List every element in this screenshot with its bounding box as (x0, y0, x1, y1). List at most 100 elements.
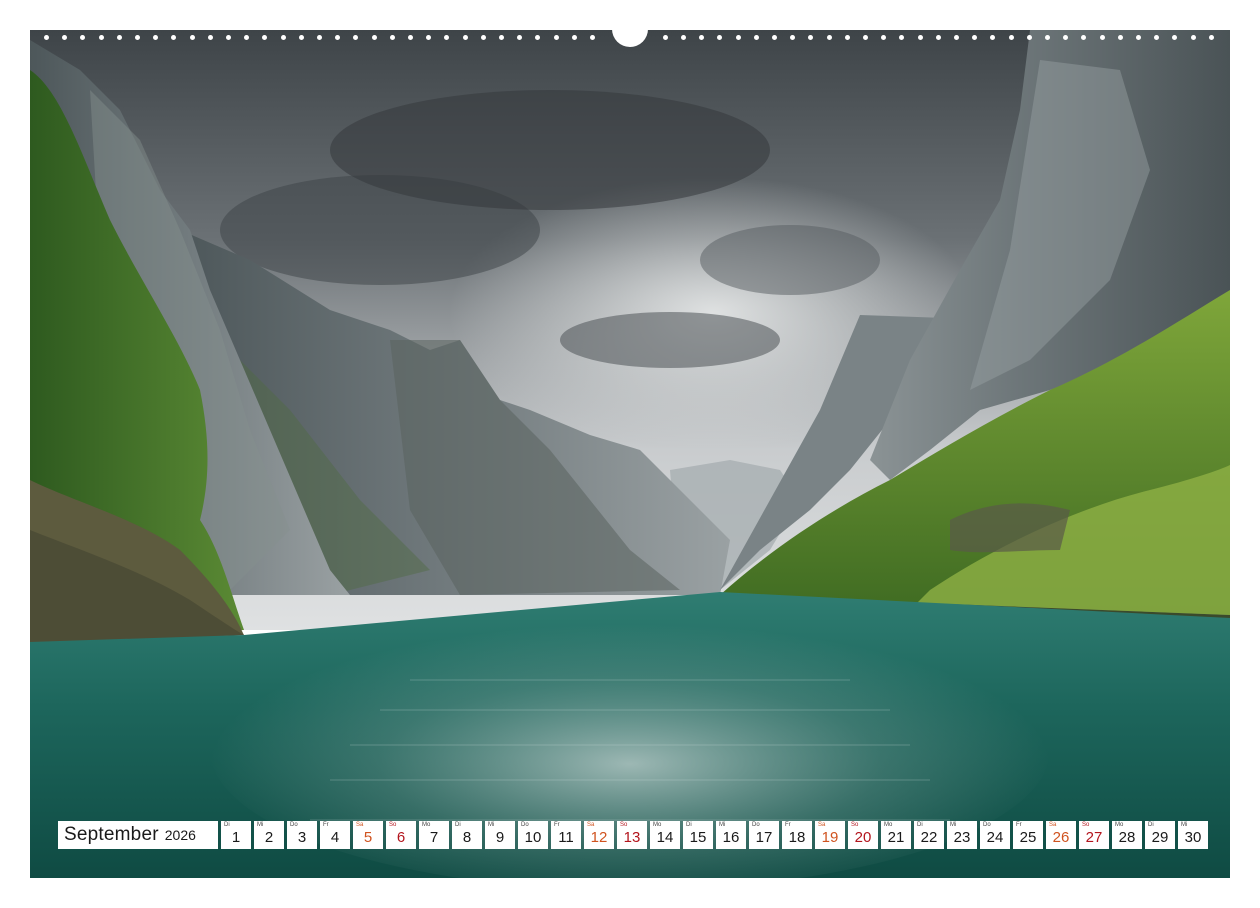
day-cell: Di 8 (452, 821, 482, 849)
day-number: 18 (788, 829, 806, 846)
day-abbr: Do (983, 822, 991, 828)
day-cell: Di 15 (683, 821, 713, 849)
day-cell: Fr 4 (320, 821, 350, 849)
day-number: 28 (1118, 829, 1136, 846)
day-number: 29 (1151, 829, 1169, 846)
day-number: 26 (1052, 829, 1070, 846)
binding-hole (917, 35, 923, 40)
binding-hole (1208, 35, 1214, 40)
binding-hole (517, 35, 523, 40)
day-abbr: Sa (356, 822, 364, 828)
day-number: 14 (656, 829, 674, 846)
binding-hole (44, 35, 49, 40)
binding-hole (681, 35, 686, 40)
day-abbr: Sa (818, 822, 826, 828)
binding-hole (899, 35, 905, 40)
binding-hole (244, 35, 250, 40)
binding-hole (972, 35, 978, 40)
day-number: 13 (623, 829, 641, 846)
day-number: 24 (986, 829, 1004, 846)
day-number: 30 (1184, 829, 1202, 846)
day-cell: Do 17 (749, 821, 779, 849)
day-abbr: Sa (1049, 822, 1057, 828)
day-abbr: Fr (323, 822, 329, 828)
day-abbr: Mi (950, 822, 957, 828)
day-abbr: Di (455, 822, 461, 828)
day-abbr: Mo (653, 822, 662, 828)
binding-hole (1117, 35, 1123, 40)
day-cell: Di 29 (1145, 821, 1175, 849)
binding-hole (171, 35, 177, 40)
day-cells: Di 1 Mi 2 Do 3 Fr 4 Sa 5 So 6 Mo 7 Di 8 Mi 9 Do 10 Fr 11 Sa 12 S… (221, 821, 1208, 849)
day-cell: Do 3 (287, 821, 317, 849)
day-cell: Mi 30 (1178, 821, 1208, 849)
day-abbr: Mi (1181, 822, 1188, 828)
day-cell: Mo 7 (419, 821, 449, 849)
day-abbr: So (1082, 822, 1090, 828)
day-number: 8 (462, 829, 472, 846)
binding-hole (790, 35, 796, 40)
month-name: September (64, 824, 159, 845)
day-abbr: Fr (1016, 822, 1022, 828)
day-number: 7 (429, 829, 439, 846)
day-number: 27 (1085, 829, 1103, 846)
binding-hole (353, 35, 359, 40)
day-cell: Fr 25 (1013, 821, 1043, 849)
binding-hole (98, 35, 104, 40)
day-abbr: Di (686, 822, 692, 828)
day-abbr: Do (752, 822, 760, 828)
day-number: 20 (854, 829, 872, 846)
day-cell: Mi 2 (254, 821, 284, 849)
fjord-landscape-image (30, 30, 1230, 878)
day-cell: Sa 19 (815, 821, 845, 849)
day-abbr: Mo (1115, 822, 1124, 828)
day-cell: So 6 (386, 821, 416, 849)
day-abbr: Sa (587, 822, 595, 828)
day-number: 16 (722, 829, 740, 846)
binding-hole (954, 35, 959, 40)
binding-hole (62, 35, 68, 40)
day-abbr: So (389, 822, 397, 828)
day-cell: Sa 26 (1046, 821, 1076, 849)
binding-hole (189, 35, 195, 40)
day-abbr: Di (1148, 822, 1154, 828)
binding-hole (80, 35, 86, 40)
day-cell: Mi 16 (716, 821, 746, 849)
binding-hole (116, 35, 122, 40)
binding-hole (881, 35, 887, 40)
day-number: 2 (264, 829, 274, 846)
day-cell: Sa 5 (353, 821, 383, 849)
binding-hole (717, 35, 723, 40)
day-cell: Sa 12 (584, 821, 614, 849)
binding-hole (426, 35, 432, 40)
binding-hole (662, 35, 668, 40)
binding-hole (863, 35, 868, 40)
binding-hole (298, 35, 304, 40)
binding-hole (1136, 35, 1141, 40)
binding-hole (1190, 35, 1196, 40)
day-abbr: Di (224, 822, 230, 828)
day-number: 11 (558, 829, 574, 846)
binding-hole (371, 35, 377, 40)
binding-hole (735, 35, 741, 40)
binding-hole (699, 35, 705, 40)
binding-hole (571, 35, 577, 40)
binding-hole (1026, 35, 1032, 40)
day-number: 9 (495, 829, 505, 846)
day-cell: Do 24 (980, 821, 1010, 849)
day-number: 6 (396, 829, 406, 846)
day-cell: So 20 (848, 821, 878, 849)
day-abbr: Do (521, 822, 529, 828)
binding-hole (1099, 35, 1105, 40)
binding-hole (990, 35, 996, 40)
day-abbr: So (851, 822, 859, 828)
day-abbr: Fr (554, 822, 560, 828)
binding-hole (590, 35, 595, 40)
binding-hole (1172, 35, 1178, 40)
binding-hole (1154, 35, 1160, 40)
day-cell: Fr 18 (782, 821, 812, 849)
binding-hole (808, 35, 814, 40)
day-number: 21 (887, 829, 905, 846)
binding-hole (753, 35, 759, 40)
day-abbr: Do (290, 822, 298, 828)
